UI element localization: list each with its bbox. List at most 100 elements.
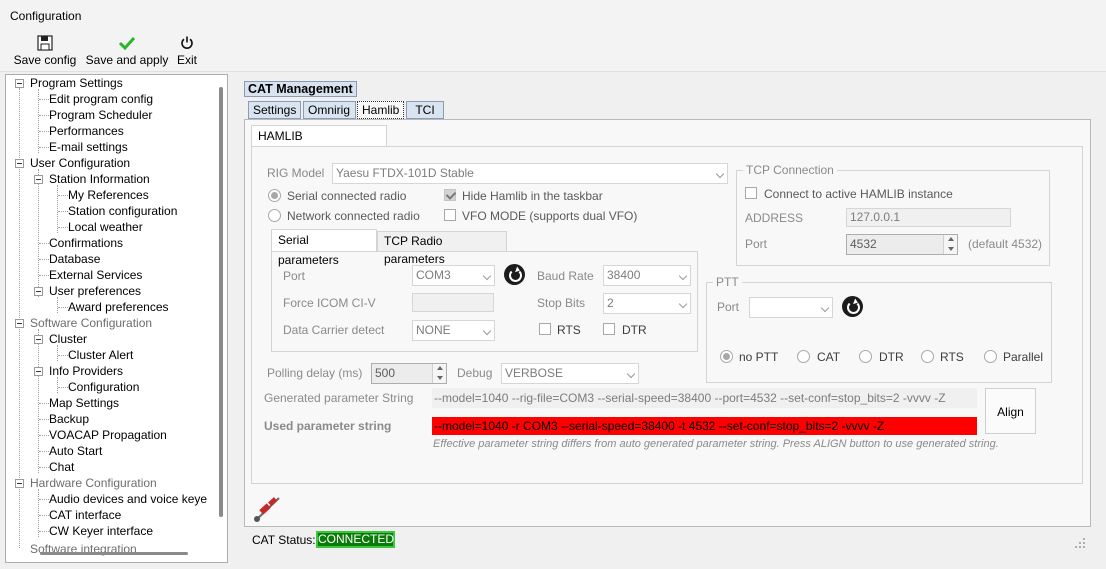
ptt-radio-none[interactable]	[720, 350, 733, 363]
vfo-mode-checkbox[interactable]	[444, 209, 456, 221]
tree-item[interactable]: CAT interface	[49, 507, 121, 523]
tree-item[interactable]: User Configuration	[30, 155, 130, 171]
serial-radio[interactable]	[268, 189, 281, 202]
expander-icon[interactable]	[34, 367, 43, 376]
tree-line	[39, 531, 49, 532]
dcd-select[interactable]: NONE	[412, 320, 495, 341]
tree-item[interactable]: E-mail settings	[49, 139, 128, 155]
exit-button[interactable]: Exit	[176, 34, 198, 70]
tree-item[interactable]: Hardware Configuration	[30, 475, 157, 491]
spinner-arrows-icon[interactable]	[432, 364, 446, 383]
port-select[interactable]: COM3	[412, 265, 495, 286]
ptt-radio-cat[interactable]	[797, 350, 810, 363]
tab-serial-parameters[interactable]: Serial parameters	[271, 229, 377, 267]
cat-management-title: CAT Management	[244, 81, 357, 97]
used-string-field[interactable]: --model=1040 -r COM3 --serial-speed=3840…	[432, 417, 977, 435]
expander-icon[interactable]	[34, 175, 43, 184]
tree-item[interactable]: VOACAP Propagation	[49, 427, 167, 443]
hide-hamlib-checkbox[interactable]	[444, 189, 456, 201]
tree-item[interactable]: CW Keyer interface	[49, 523, 153, 539]
force-icom-input[interactable]	[412, 293, 494, 312]
rig-model-select[interactable]: Yaesu FTDX-101D Stable	[332, 163, 728, 184]
cat-status-badge: CONNECTED	[316, 531, 395, 548]
tree-line	[58, 195, 68, 196]
ptt-title: PTT	[713, 275, 742, 289]
refresh-ports-icon[interactable]	[504, 264, 525, 285]
satellite-icon	[251, 494, 285, 524]
tree-line	[57, 185, 58, 233]
refresh-ptt-ports-icon[interactable]	[842, 296, 863, 317]
baud-rate-value: 38400	[607, 268, 641, 282]
expander-icon[interactable]	[15, 479, 24, 488]
tree-item[interactable]: Performances	[49, 123, 124, 139]
ptt-radio-parallel[interactable]	[984, 350, 997, 363]
network-radio[interactable]	[268, 209, 281, 222]
tab-tci[interactable]: TCI	[406, 101, 444, 119]
resize-grip-icon[interactable]	[1074, 537, 1086, 549]
tree-item[interactable]: Database	[49, 251, 100, 267]
chevron-down-icon	[678, 299, 688, 309]
debug-label: Debug	[457, 366, 493, 380]
generated-string-field[interactable]: --model=1040 --rig-file=COM3 --serial-sp…	[432, 388, 977, 408]
save-apply-button[interactable]: Save and apply	[86, 34, 168, 70]
exit-label: Exit	[176, 53, 197, 67]
tab-tcp-radio-parameters[interactable]: TCP Radio parameters	[377, 231, 507, 266]
tree-line	[39, 435, 49, 436]
tab-omnirig[interactable]: Omnirig	[303, 101, 356, 119]
ptt-port-select[interactable]	[749, 297, 833, 318]
hamlib-parameters-tab[interactable]: HAMLIB PARAMETERS	[251, 125, 387, 163]
connect-hamlib-checkbox[interactable]	[745, 187, 757, 199]
baud-rate-select[interactable]: 38400	[603, 265, 691, 286]
tree-item[interactable]: Map Settings	[49, 395, 119, 411]
rts-checkbox[interactable]	[539, 323, 551, 335]
expander-icon[interactable]	[15, 79, 24, 88]
expander-icon[interactable]	[15, 159, 24, 168]
tree-line	[39, 515, 49, 516]
ptt-radio-dtr[interactable]	[859, 350, 872, 363]
rig-model-label: RIG Model	[267, 166, 325, 180]
tree-item[interactable]: Confirmations	[49, 235, 123, 251]
horizontal-scrollbar-thumb[interactable]	[40, 552, 188, 555]
tree-item[interactable]: Configuration	[68, 379, 139, 395]
tree-item[interactable]: Audio devices and voice keye	[49, 491, 207, 507]
tree-item[interactable]: Chat	[49, 459, 74, 475]
parameter-warning: Effective parameter string differs from …	[433, 438, 999, 450]
save-config-button[interactable]: Save config	[14, 34, 76, 70]
polling-delay-spinner[interactable]: 500	[371, 363, 447, 384]
tcp-port-spinner[interactable]: 4532	[846, 234, 958, 255]
expander-icon[interactable]	[34, 287, 43, 296]
tree-item[interactable]: Program Settings	[30, 75, 123, 91]
tree-item[interactable]: Edit program config	[49, 91, 153, 107]
debug-select[interactable]: VERBOSE	[501, 363, 639, 384]
tree-line	[39, 147, 49, 148]
align-button[interactable]: Align	[985, 388, 1036, 434]
dtr-checkbox[interactable]	[603, 323, 615, 335]
tree-line	[38, 169, 39, 297]
config-tree[interactable]: Program Settings Edit program config Pro…	[5, 74, 228, 563]
tab-settings[interactable]: Settings	[248, 101, 301, 119]
tree-item[interactable]: Award preferences	[68, 299, 169, 315]
tree-item[interactable]: External Services	[49, 267, 142, 283]
ptt-port-label: Port	[717, 300, 740, 314]
tree-item[interactable]: Cluster	[49, 331, 87, 347]
tab-hamlib[interactable]: Hamlib	[357, 101, 404, 119]
tree-item[interactable]: Local weather	[68, 219, 143, 235]
expander-icon[interactable]	[15, 319, 24, 328]
tree-item[interactable]: Backup	[49, 411, 89, 427]
expander-icon[interactable]	[34, 335, 43, 344]
tree-item[interactable]: Info Providers	[49, 363, 123, 379]
scrollbar-thumb[interactable]	[219, 87, 223, 517]
tree-item[interactable]: Auto Start	[49, 443, 102, 459]
tree-item[interactable]: Station Information	[49, 171, 150, 187]
tree-item[interactable]: My References	[68, 187, 149, 203]
stop-bits-select[interactable]: 2	[603, 293, 691, 314]
spinner-arrows-icon[interactable]	[943, 235, 957, 254]
tree-item[interactable]: Cluster Alert	[68, 347, 133, 363]
force-icom-label: Force ICOM CI-V	[283, 296, 376, 310]
tree-item[interactable]: Software Configuration	[30, 315, 152, 331]
tree-item[interactable]: Station configuration	[68, 203, 177, 219]
tree-item[interactable]: Program Scheduler	[49, 107, 152, 123]
tree-item[interactable]: User preferences	[49, 283, 141, 299]
ptt-radio-rts[interactable]	[921, 350, 934, 363]
address-input[interactable]: 127.0.0.1	[846, 208, 1011, 227]
